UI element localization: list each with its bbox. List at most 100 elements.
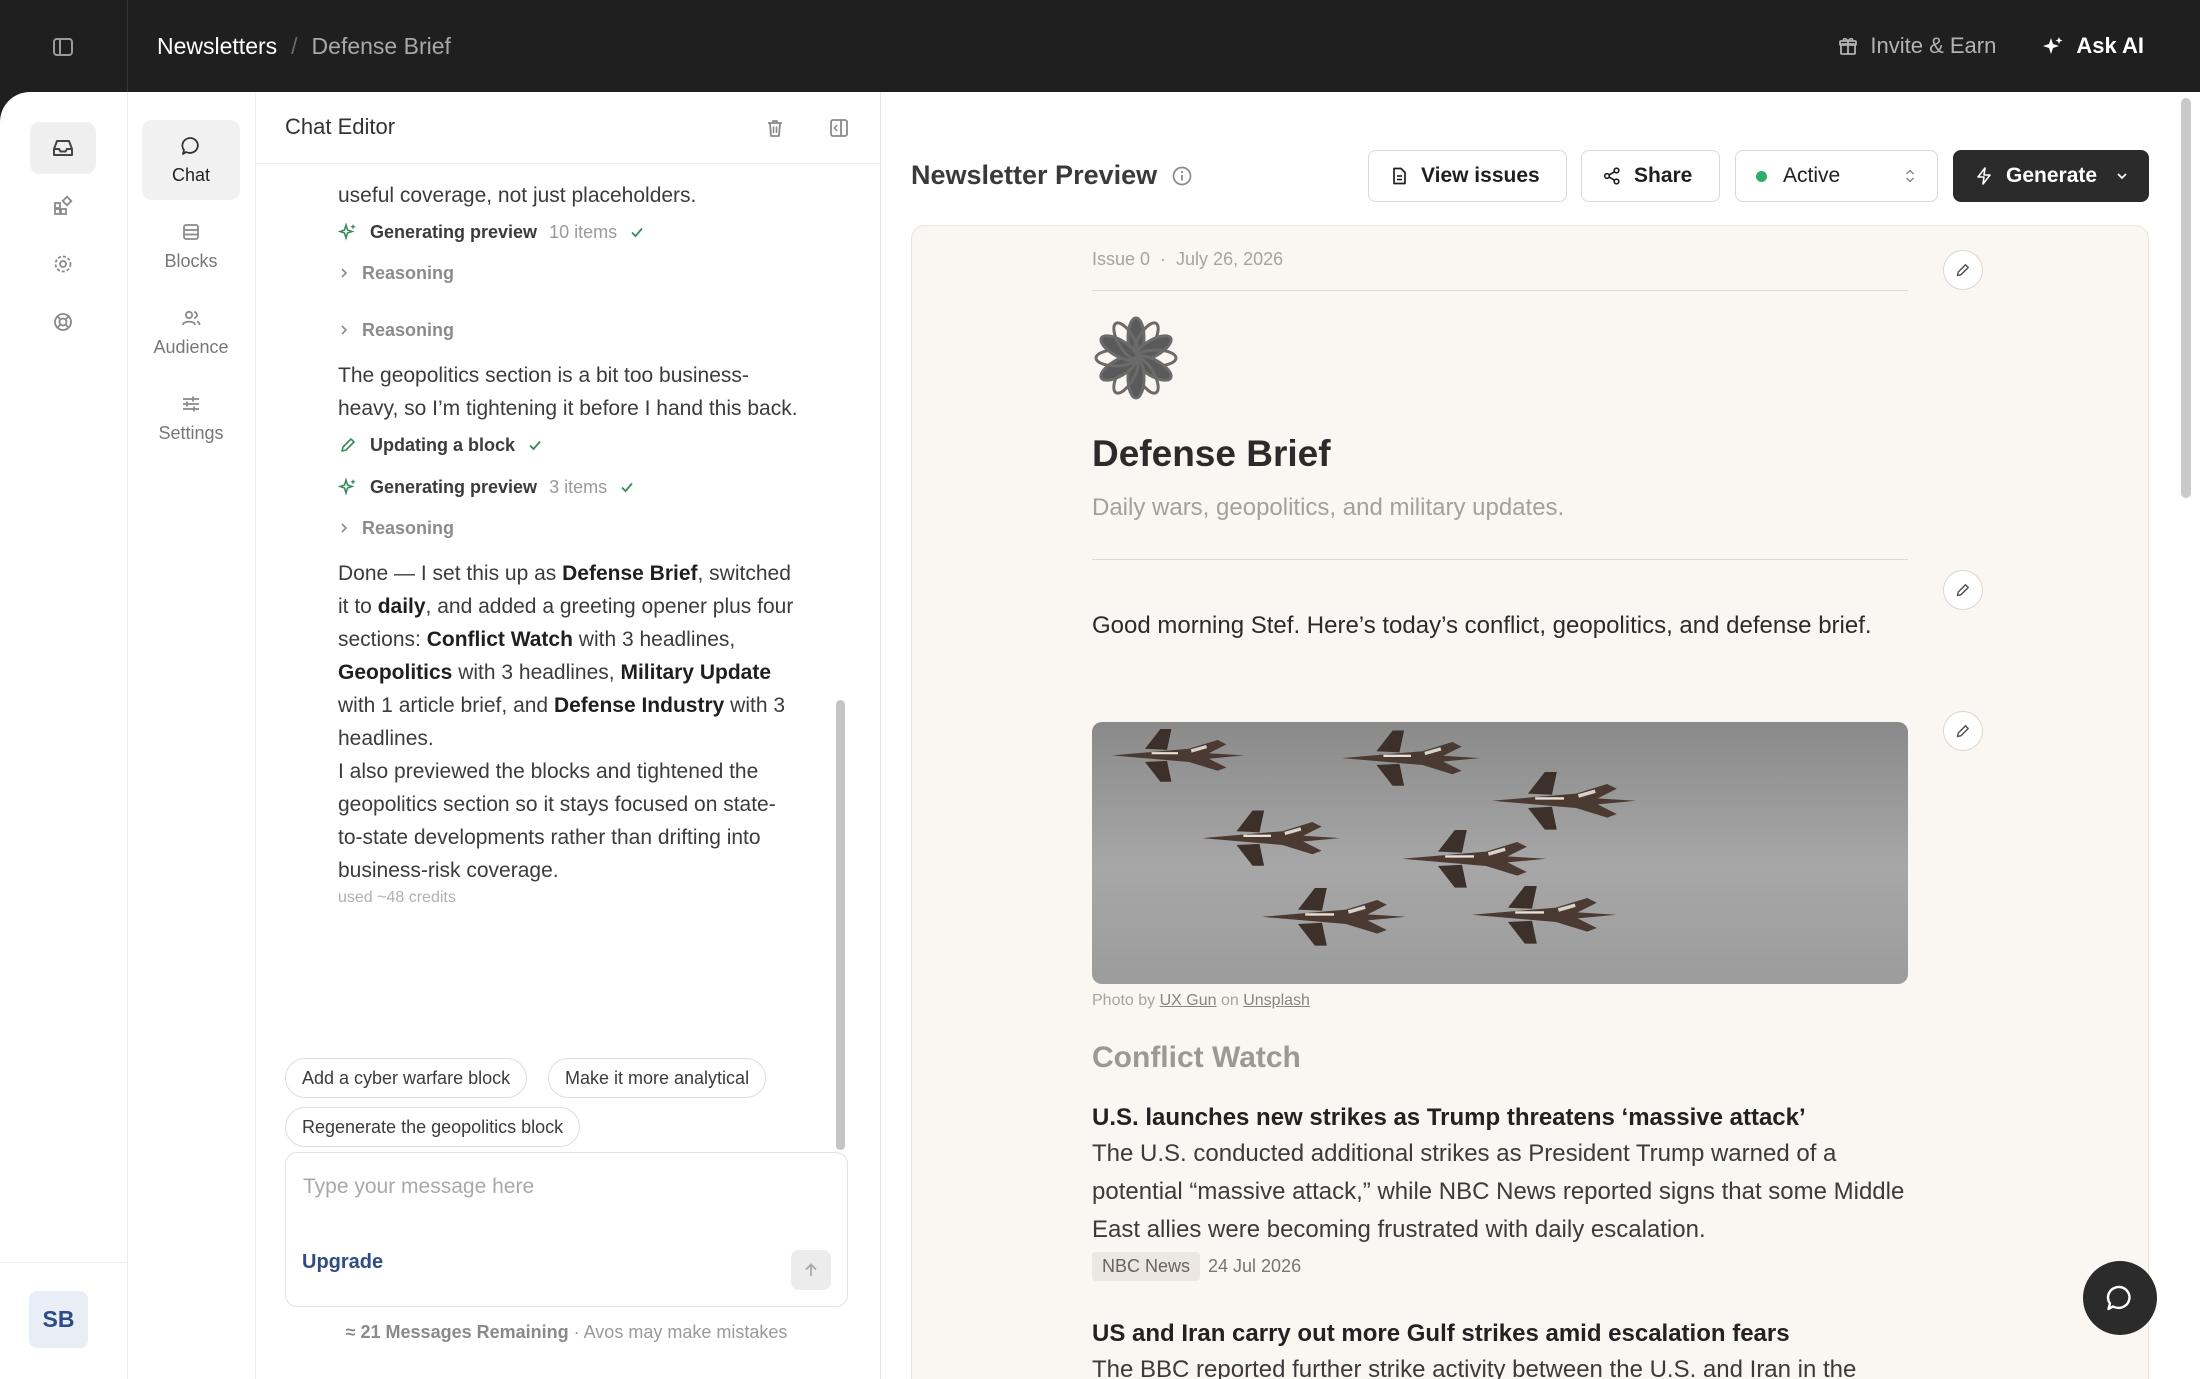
header-divider xyxy=(1092,290,1908,291)
section-heading: Conflict Watch xyxy=(1092,1041,1301,1074)
photo-site-link[interactable]: Unsplash xyxy=(1243,992,1310,1009)
breadcrumb-newsletters[interactable]: Newsletters xyxy=(157,33,277,60)
page-title: Newsletter Preview xyxy=(911,160,1193,191)
generate-label: Generate xyxy=(2006,164,2098,187)
message-input[interactable]: Type your message here xyxy=(303,1175,534,1199)
sparkle-icon xyxy=(338,477,358,497)
sidebar-toggle-icon[interactable] xyxy=(48,32,78,62)
document-icon xyxy=(1389,166,1409,186)
subnav-audience[interactable]: Audience xyxy=(142,292,240,372)
reasoning-toggle[interactable]: Reasoning xyxy=(338,507,798,549)
status-value: Active xyxy=(1756,164,1840,188)
final-message: Done — I set this up as Defense Brief, s… xyxy=(338,562,794,750)
info-icon[interactable] xyxy=(1171,165,1193,187)
app-shell: SB Chat Blocks Audience Settings Chat Ed… xyxy=(0,92,2200,1379)
generate-button[interactable]: Generate xyxy=(1953,150,2149,202)
lifebuoy-icon xyxy=(52,311,74,333)
article-headline[interactable]: U.S. launches new strikes as Trump threa… xyxy=(1092,1104,1908,1132)
article-summary: The U.S. conducted additional strikes as… xyxy=(1092,1140,1905,1243)
message-composer: Type your message here Upgrade xyxy=(285,1152,848,1307)
subnav-settings[interactable]: Settings xyxy=(142,378,240,458)
preview-scrollbar[interactable] xyxy=(2181,98,2191,498)
greeting-text: Good morning Stef. Here’s today’s confli… xyxy=(1092,612,1872,639)
arrow-up-icon xyxy=(802,1261,820,1279)
invite-earn-button[interactable]: Invite & Earn xyxy=(1838,33,1996,59)
step-label: Generating preview xyxy=(370,476,538,497)
status-label: Active xyxy=(1783,164,1841,187)
sparkle-icon xyxy=(338,222,358,242)
view-issues-label: View issues xyxy=(1421,164,1540,187)
issue-date: July 26, 2026 xyxy=(1176,249,1284,269)
status-select[interactable]: Active xyxy=(1735,150,1938,202)
step-label: Updating a block xyxy=(370,434,516,455)
step-count: 10 items xyxy=(549,221,618,242)
edit-greeting-button[interactable] xyxy=(1943,570,1983,610)
edit-header-button[interactable] xyxy=(1943,250,1983,290)
message-text: The geopolitics section is a bit too bus… xyxy=(338,364,798,420)
step-count: 3 items xyxy=(549,476,608,497)
check-icon xyxy=(629,224,645,240)
send-button[interactable] xyxy=(791,1250,831,1290)
view-issues-button[interactable]: View issues xyxy=(1368,150,1567,202)
topbar-actions: Invite & Earn Ask AI xyxy=(1838,0,2144,92)
avatar[interactable]: SB xyxy=(29,1291,88,1348)
photo-author-link[interactable]: UX Gun xyxy=(1160,992,1217,1009)
pencil-icon xyxy=(338,435,358,455)
rail-help-button[interactable] xyxy=(30,296,96,348)
rail-settings-button[interactable] xyxy=(30,238,96,290)
invite-earn-label: Invite & Earn xyxy=(1870,33,1997,58)
subnav-chat-label: Chat xyxy=(171,164,211,185)
suggestion-chip[interactable]: Make it more analytical xyxy=(548,1058,767,1098)
message-text: useful coverage, not just placeholders. xyxy=(338,184,697,207)
credits-used: used ~48 credits xyxy=(338,889,456,906)
rail-inbox-button[interactable] xyxy=(30,122,96,174)
article-date: 24 Jul 2026 xyxy=(1208,1256,1302,1276)
messages-remaining: ≈ 21 Messages Remaining · Avos may make … xyxy=(345,1322,788,1342)
pencil-icon xyxy=(1954,722,1972,740)
reasoning-label: Reasoning xyxy=(362,517,455,538)
chat-scrollbar[interactable] xyxy=(836,700,845,1150)
gear-icon xyxy=(52,253,74,275)
reasoning-toggle[interactable]: Reasoning xyxy=(338,252,798,294)
step-generating-preview: Generating preview 10 items xyxy=(338,212,798,252)
upgrade-link[interactable]: Upgrade xyxy=(302,1251,383,1274)
subnav-blocks[interactable]: Blocks xyxy=(142,206,240,286)
ask-ai-button[interactable]: Ask AI xyxy=(2042,33,2144,59)
suggestion-chip[interactable]: Regenerate the geopolitics block xyxy=(285,1107,581,1147)
rail-divider xyxy=(0,1262,128,1263)
check-icon xyxy=(527,437,543,453)
inbox-icon xyxy=(51,136,75,160)
reasoning-toggle[interactable]: Reasoning xyxy=(338,309,798,351)
chat-editor-header: Chat Editor xyxy=(256,92,881,164)
editor-subnav: Chat Blocks Audience Settings xyxy=(128,92,256,1379)
chevron-down-icon xyxy=(2115,169,2129,183)
rail-integrations-button[interactable] xyxy=(30,180,96,232)
panel-collapse-icon[interactable] xyxy=(825,114,853,142)
share-button[interactable]: Share xyxy=(1581,150,1720,202)
article-source: NBC News 24 Jul 2026 xyxy=(1092,1252,1908,1281)
subnav-chat[interactable]: Chat xyxy=(142,120,240,200)
breadcrumb-separator: / xyxy=(291,32,298,59)
integrations-icon xyxy=(52,195,74,217)
chevron-right-icon xyxy=(338,522,350,534)
sliders-icon xyxy=(180,393,202,415)
icon-rail: SB xyxy=(0,92,128,1379)
newsletter-preview-panel: Newsletter Preview View issues Share Act… xyxy=(881,92,2200,1379)
breadcrumb-current: Defense Brief xyxy=(311,32,451,59)
support-chat-button[interactable] xyxy=(2083,1261,2157,1335)
audience-icon xyxy=(180,307,202,329)
edit-image-button[interactable] xyxy=(1943,711,1983,751)
article-summary: The BBC reported further strike activity… xyxy=(1092,1356,1857,1379)
suggestion-chip[interactable]: Add a cyber warfare block xyxy=(285,1058,528,1098)
photo-credit: Photo by UX Gun on Unsplash xyxy=(1092,992,1310,1009)
top-bar: Newsletters / Defense Brief Invite & Ear… xyxy=(0,0,2200,92)
issue-meta: Issue 0 · July 26, 2026 xyxy=(1092,249,1908,270)
share-label: Share xyxy=(1634,164,1693,187)
article-headline[interactable]: US and Iran carry out more Gulf strikes … xyxy=(1092,1320,1908,1348)
chat-editor-title: Chat Editor xyxy=(285,114,396,139)
trash-icon[interactable] xyxy=(761,114,789,142)
newsletter-subtitle: Daily wars, geopolitics, and military up… xyxy=(1092,494,1565,521)
blocks-icon xyxy=(180,221,202,243)
reasoning-label: Reasoning xyxy=(362,262,455,283)
ask-ai-label: Ask AI xyxy=(2076,33,2144,58)
